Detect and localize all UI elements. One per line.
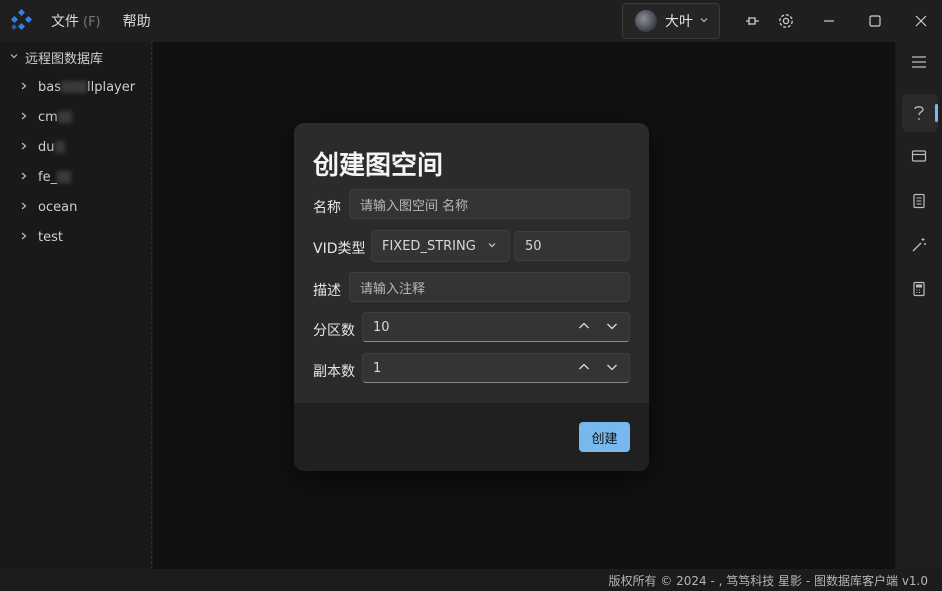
hamburger-menu-icon[interactable]: [909, 52, 929, 72]
partition-value: 10: [373, 319, 390, 335]
create-button[interactable]: 创建: [579, 422, 630, 452]
help-question-icon[interactable]: [909, 103, 929, 123]
partition-label: 分区数: [313, 323, 355, 339]
chevron-down-icon[interactable]: [605, 319, 619, 337]
tree-item-label: ocean: [38, 199, 78, 215]
vid-type-select[interactable]: FIXED_STRING: [371, 230, 510, 262]
chevron-right-icon: [20, 80, 28, 95]
tree-item[interactable]: fe_: [0, 162, 151, 192]
pin-icon[interactable]: [742, 11, 762, 31]
chevron-down-icon: [699, 14, 709, 29]
card-icon[interactable]: [909, 146, 929, 166]
chevron-down-icon[interactable]: [605, 360, 619, 378]
database-tree-panel: 远程图数据库 bas llplayer cm du fe_ ocean test: [0, 42, 152, 569]
dialog-title: 创建图空间: [313, 151, 444, 181]
create-space-dialog: 创建图空间 名称 请输入图空间 名称 VID类型 FIXED_STRING 50…: [294, 123, 649, 471]
gear-icon[interactable]: [776, 11, 796, 31]
chevron-up-icon[interactable]: [577, 360, 591, 378]
description-placeholder: 请输入注释: [360, 281, 426, 297]
tree-item[interactable]: test: [0, 222, 151, 252]
calculator-icon[interactable]: [909, 279, 929, 299]
app-logo-icon: [9, 9, 33, 33]
redacted-text: [54, 141, 65, 153]
tree-root-remote-db[interactable]: 远程图数据库: [0, 42, 151, 72]
maximize-icon[interactable]: [865, 11, 885, 31]
status-bar: 版权所有 © 2024 - , 笃笃科技 星影 - 图数据库客户端 v1.0: [0, 569, 942, 591]
tree-item[interactable]: du: [0, 132, 151, 162]
name-label: 名称: [313, 200, 341, 216]
tree-item[interactable]: cm: [0, 102, 151, 132]
redacted-text: [57, 171, 72, 183]
vid-length-value: 50: [525, 238, 542, 254]
menu-file[interactable]: 文件 (F): [51, 11, 101, 31]
menu-help[interactable]: 帮助: [123, 11, 151, 31]
dialog-footer: 创建: [294, 403, 649, 471]
description-label: 描述: [313, 283, 341, 299]
chevron-right-icon: [20, 140, 28, 155]
vid-length-input[interactable]: 50: [514, 231, 630, 261]
vid-type-label: VID类型: [313, 241, 366, 257]
tree-item-label-prefix: bas: [38, 79, 61, 95]
user-name: 大叶: [665, 14, 693, 30]
tree-root-label: 远程图数据库: [25, 51, 104, 67]
avatar: [635, 10, 657, 32]
redacted-text: [57, 111, 72, 123]
replica-stepper[interactable]: 1: [362, 353, 630, 383]
tree-item[interactable]: bas llplayer: [0, 72, 151, 102]
title-bar: 文件 (F) 帮助 大叶: [0, 0, 942, 42]
vid-type-value: FIXED_STRING: [382, 238, 476, 254]
chevron-down-icon: [9, 50, 19, 65]
menu-file-hint: (F): [83, 15, 101, 30]
tree-item-label: test: [38, 229, 63, 245]
active-tool-indicator: [935, 104, 938, 122]
list-document-icon[interactable]: [909, 191, 929, 211]
replica-label: 副本数: [313, 364, 355, 380]
space-name-input[interactable]: 请输入图空间 名称: [349, 189, 630, 219]
chevron-right-icon: [20, 170, 28, 185]
description-input[interactable]: 请输入注释: [349, 272, 630, 302]
menu-file-label: 文件: [51, 14, 79, 30]
chevron-right-icon: [20, 200, 28, 215]
close-icon[interactable]: [911, 11, 931, 31]
chevron-down-icon: [487, 239, 497, 254]
right-tool-bar: [896, 42, 942, 569]
tree-item[interactable]: ocean: [0, 192, 151, 222]
tree-item-label-prefix: fe_: [38, 169, 58, 185]
user-menu-button[interactable]: 大叶: [622, 3, 720, 39]
tree-item-label-suffix: llplayer: [87, 79, 136, 95]
app-window: 文件 (F) 帮助 大叶 远程图数据库 bas llplayer cm du f…: [0, 0, 942, 591]
magic-wand-icon[interactable]: [909, 235, 929, 255]
status-text: 版权所有 © 2024 - , 笃笃科技 星影 - 图数据库客户端 v1.0: [608, 573, 928, 588]
tree-item-label-prefix: cm: [38, 109, 58, 125]
chevron-right-icon: [20, 110, 28, 125]
minimize-icon[interactable]: [819, 11, 839, 31]
chevron-right-icon: [20, 230, 28, 245]
partition-stepper[interactable]: 10: [362, 312, 630, 342]
tree-item-label-prefix: du: [38, 139, 55, 155]
redacted-text: [61, 81, 87, 93]
chevron-up-icon[interactable]: [577, 319, 591, 337]
replica-value: 1: [373, 360, 382, 376]
space-name-placeholder: 请输入图空间 名称: [360, 198, 469, 214]
